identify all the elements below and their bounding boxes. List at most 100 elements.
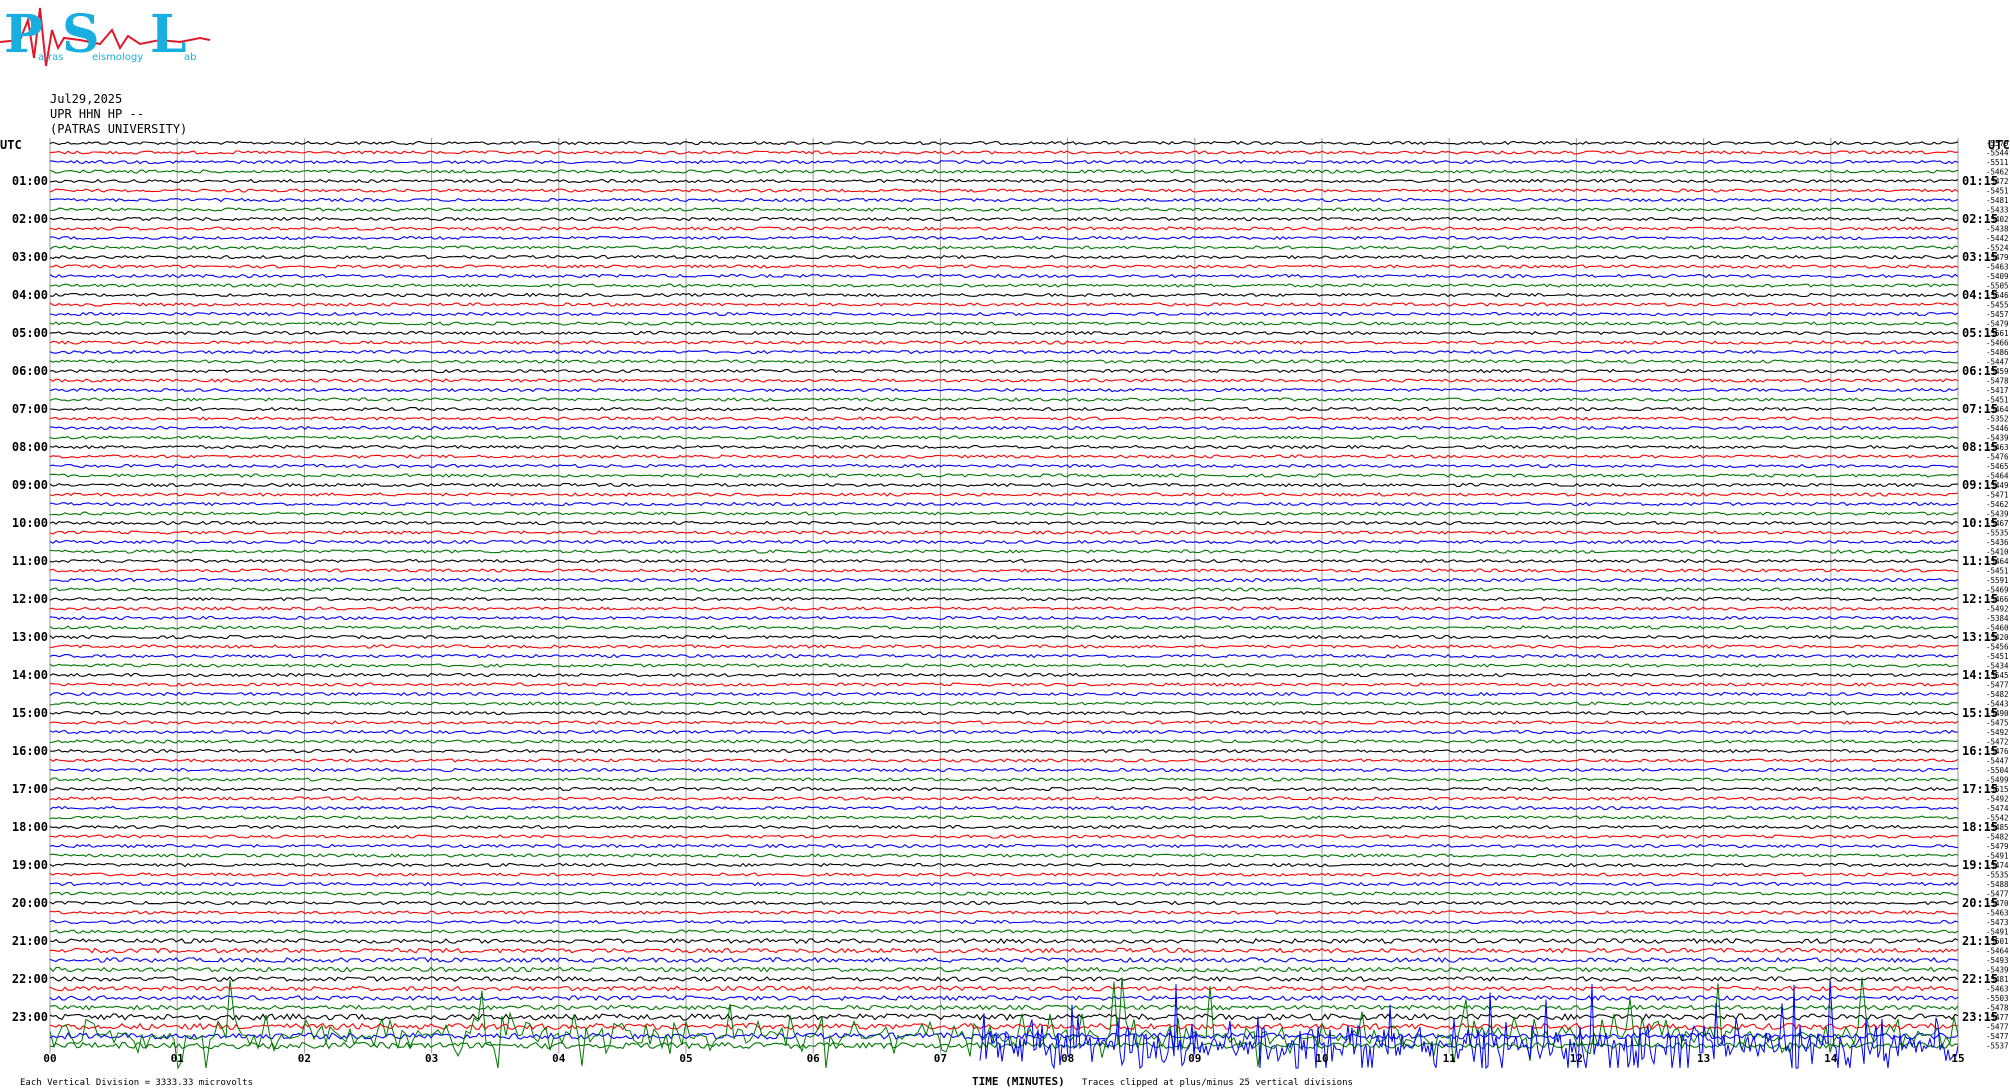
seismic-trace <box>49 815 1959 820</box>
trace-offset-label: -5474 <box>1986 861 2009 870</box>
hour-label-left: 22:00 <box>12 972 48 986</box>
seismic-trace <box>49 178 1959 184</box>
trace-offset-label: -5439 <box>1986 966 2009 975</box>
seismic-trace <box>49 672 1959 678</box>
trace-offset-label: -5477 <box>1986 890 2009 899</box>
trace-offset-label: -5466 <box>1986 339 2009 348</box>
seismic-trace <box>49 596 1959 602</box>
hour-label-left: 14:00 <box>12 668 48 682</box>
hour-label-left: 08:00 <box>12 440 48 454</box>
seismic-trace <box>49 273 1959 279</box>
seismic-trace <box>49 216 1959 222</box>
seismic-trace <box>49 615 1959 621</box>
hour-label-left: 03:00 <box>12 250 48 264</box>
trace-offset-label: -5451 <box>1986 567 2009 576</box>
trace-offset-label: -5482 <box>1986 833 2009 842</box>
trace-offset-label: -5545 <box>1986 671 2009 680</box>
trace-offset-label: -5464 <box>1986 947 2009 956</box>
minute-tick-label: 12 <box>1570 1052 1583 1065</box>
seismic-trace <box>49 682 1959 687</box>
hour-label-left: 21:00 <box>12 934 48 948</box>
seismic-trace <box>49 625 1959 630</box>
seismic-trace <box>49 701 1958 706</box>
seismic-trace <box>49 302 1959 307</box>
trace-offset-label: -5535 <box>1986 871 2009 880</box>
seismic-trace <box>49 226 1959 231</box>
trace-offset-label: -5481 <box>1986 975 2009 984</box>
trace-offset-label: -5352 <box>1986 415 2009 424</box>
hour-label-left: 12:00 <box>12 592 48 606</box>
trace-offset-label: -5463 <box>1986 443 2009 452</box>
seismic-trace <box>49 463 1959 469</box>
seismic-trace <box>49 843 1959 849</box>
minute-tick-label: 00 <box>43 1052 56 1065</box>
trace-offset-label: -5434 <box>1986 662 2009 671</box>
trace-offset-label: -5499 <box>1986 776 2009 785</box>
logo-word-eismology: eismology <box>92 52 144 63</box>
minute-tick-label: 09 <box>1188 1052 1201 1065</box>
seismic-trace <box>49 853 1959 858</box>
utc-label-left: UTC <box>0 138 22 152</box>
hour-label-left: 19:00 <box>12 858 48 872</box>
hour-label-left: 04:00 <box>12 288 48 302</box>
seismic-trace <box>49 985 1959 992</box>
trace-offset-label: -5384 <box>1986 614 2009 623</box>
trace-offset-label: -5492 <box>1986 605 2009 614</box>
seismic-trace <box>49 520 1959 526</box>
seismic-trace <box>49 397 1959 402</box>
seismic-trace <box>49 501 1959 507</box>
logo-word-atras: atras <box>38 52 64 63</box>
seismic-trace <box>49 900 1959 906</box>
seismic-trace <box>49 710 1959 716</box>
seismic-trace <box>49 321 1959 326</box>
hour-label-left: 20:00 <box>12 896 48 910</box>
hour-label-left: 17:00 <box>12 782 48 796</box>
seismic-trace <box>49 330 1959 336</box>
trace-offset-label: -5478 <box>1986 1004 2009 1013</box>
seismic-trace <box>49 606 1959 611</box>
trace-offset-label: -5546 <box>1986 291 2009 300</box>
trace-offset-label: -5438 <box>1986 225 2009 234</box>
seismic-trace <box>49 937 1959 945</box>
seismic-trace <box>49 378 1959 383</box>
minute-tick-label: 15 <box>1951 1052 1964 1065</box>
seismic-trace <box>49 796 1959 801</box>
trace-offset-label: -5492 <box>1986 728 2009 737</box>
hour-label-left: 06:00 <box>12 364 48 378</box>
hour-label-left: 10:00 <box>12 516 48 530</box>
trace-offset-label: -5524 <box>1986 244 2009 253</box>
trace-offset-label: -5486 <box>1986 348 2009 357</box>
minute-tick-label: 02 <box>298 1052 311 1065</box>
trace-offset-label: -5515 <box>1986 785 2009 794</box>
trace-offset-label: -5436 <box>1986 538 2009 547</box>
trace-offset-label: -5456 <box>1986 643 2009 652</box>
seismic-trace <box>49 739 1959 744</box>
seismic-trace <box>49 359 1959 364</box>
seismic-trace <box>49 387 1959 393</box>
psl-logo: P atras S eismology L ab <box>0 0 220 80</box>
trace-offset-label: -5457 <box>1986 310 2009 319</box>
trace-offset-label: -5488 <box>1986 880 2009 889</box>
seismic-trace <box>49 947 1959 954</box>
trace-offset-label: -5467 <box>1986 519 2009 528</box>
trace-offset-label: -5451 <box>1986 652 2009 661</box>
hour-label-left: 01:00 <box>12 174 48 188</box>
trace-offset-label: -5542 <box>1986 814 2009 823</box>
seismic-trace <box>49 539 1959 545</box>
seismic-trace <box>49 1004 1959 1011</box>
trace-offset-label: -5485 <box>1986 823 2009 832</box>
minute-tick-label: 01 <box>171 1052 185 1065</box>
seismic-trace <box>49 691 1959 697</box>
seismic-burst-trace <box>49 977 1959 1070</box>
trace-offset-label: -5472 <box>1986 177 2009 186</box>
seismic-trace <box>49 207 1959 212</box>
hour-label-left: 18:00 <box>12 820 48 834</box>
trace-offset-label: -5474 <box>1986 804 2009 813</box>
trace-offset-label: -5477 <box>1986 1032 2009 1041</box>
seismic-trace <box>49 349 1959 355</box>
trace-offset-label: -5537 <box>1986 1042 2009 1051</box>
minute-tick-label: 14 <box>1824 1052 1838 1065</box>
seismic-trace <box>49 805 1959 811</box>
seismic-trace <box>49 292 1959 298</box>
minute-tick-label: 06 <box>807 1052 821 1065</box>
